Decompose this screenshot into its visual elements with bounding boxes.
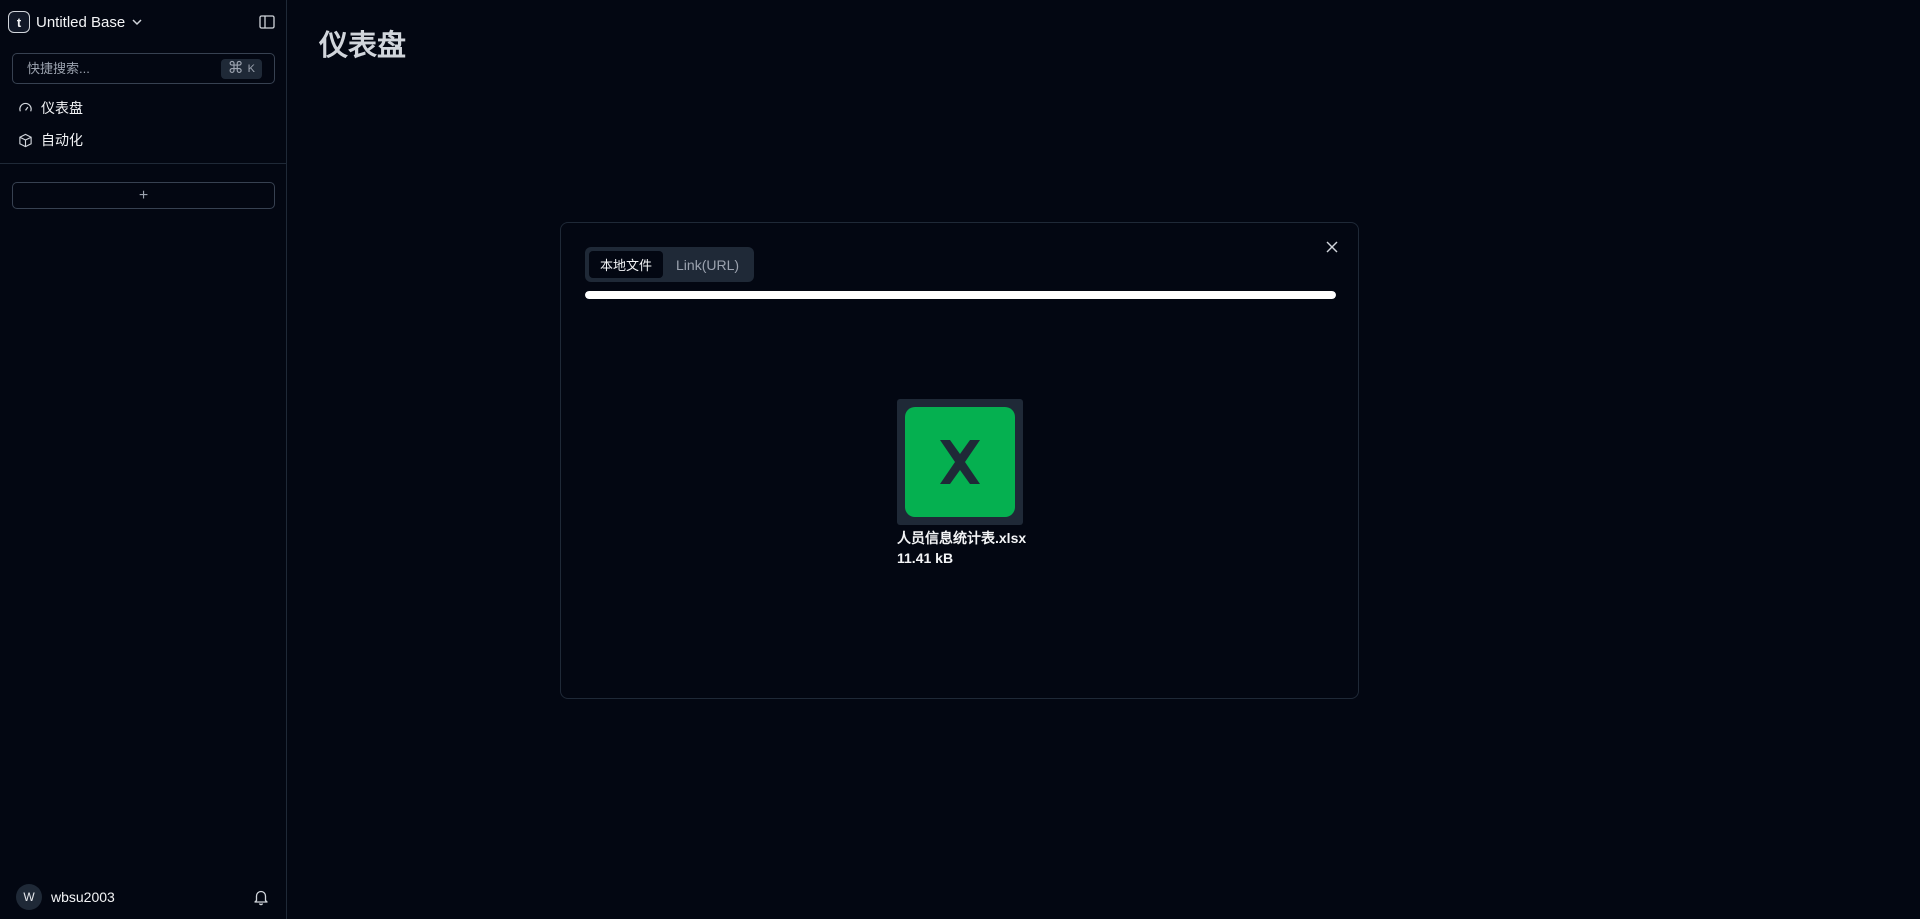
avatar-letter: W (23, 890, 35, 904)
sidebar: t Untitled Base ⌘ K 仪表盘 自动化 + (0, 0, 287, 919)
user-menu[interactable]: W wbsu2003 (16, 884, 115, 910)
close-icon[interactable] (1324, 239, 1340, 255)
sidebar-toggle-icon[interactable] (258, 13, 276, 31)
base-logo-letter: t (16, 14, 22, 30)
sidebar-item-label: 自动化 (41, 132, 83, 148)
upload-progress-fill (585, 291, 1336, 299)
chevron-down-icon (132, 19, 142, 26)
sidebar-item-automation[interactable]: 自动化 (18, 128, 83, 152)
import-dialog: 本地文件 Link(URL) 人员信息统计表.xlsx 11.41 kB (560, 222, 1359, 699)
import-source-tabs: 本地文件 Link(URL) (585, 247, 755, 282)
tab-link-url[interactable]: Link(URL) (665, 251, 750, 278)
sidebar-item-dashboard[interactable]: 仪表盘 (18, 96, 83, 120)
xlsx-file-icon (905, 407, 1015, 517)
dashboard-gauge-icon (19, 102, 32, 112)
x-mark-icon (940, 440, 980, 484)
shortcut-key: K (247, 62, 255, 75)
file-name: 人员信息统计表.xlsx (897, 530, 1027, 546)
quick-search[interactable]: ⌘ K (12, 53, 275, 84)
base-switcher[interactable]: t Untitled Base (8, 9, 143, 35)
page-title: 仪表盘 (319, 30, 407, 62)
username: wbsu2003 (51, 889, 115, 905)
sidebar-divider (0, 163, 287, 164)
base-logo-icon: t (8, 11, 30, 33)
file-size: 11.41 kB (897, 550, 954, 566)
upload-progress-bar (585, 291, 1336, 299)
search-shortcut-badge: ⌘ K (220, 58, 262, 79)
add-table-button[interactable]: + (12, 182, 275, 209)
avatar: W (16, 884, 42, 910)
plus-icon: + (138, 186, 149, 204)
file-thumbnail[interactable] (897, 399, 1023, 525)
command-key-icon: ⌘ (227, 59, 244, 77)
tab-local-file[interactable]: 本地文件 (589, 251, 664, 278)
bell-icon[interactable] (252, 888, 270, 906)
search-input[interactable] (25, 60, 205, 77)
uploaded-file-card: 人员信息统计表.xlsx 11.41 kB (897, 399, 1027, 568)
base-title: Untitled Base (36, 13, 126, 31)
sidebar-item-label: 仪表盘 (41, 100, 83, 116)
automation-cube-icon (19, 133, 32, 147)
